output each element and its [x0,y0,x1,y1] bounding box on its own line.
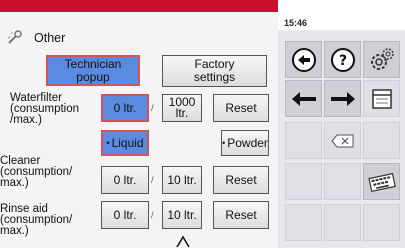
waterfilter-reset-button[interactable]: Reset [213,94,269,122]
settings-button[interactable] [363,41,400,78]
waterfilter-max-field[interactable]: 1000 ltr. [162,94,202,122]
empty-key [324,163,361,200]
rinse-aid-max-field[interactable]: 10 ltr. [162,201,202,229]
window-icon [371,88,392,109]
back-arrow-circle-icon [291,47,316,72]
wrench-icon [6,30,26,46]
empty-key [285,204,322,241]
factory-settings-button[interactable]: Factory settings [162,55,267,87]
settings-panel: Other Technician popup Factory settings … [0,0,278,248]
empty-key [363,204,400,241]
clock: 15:46 [284,18,308,28]
next-button[interactable] [324,80,361,117]
header-bar [0,0,278,12]
back-button[interactable] [285,41,322,78]
separator: / [151,103,154,113]
separator: / [151,175,154,185]
question-circle-icon: ? [330,47,355,72]
gears-icon [370,47,394,70]
liquid-option-button[interactable]: • Liquid [101,130,149,156]
liquid-label: Liquid [111,135,144,150]
radio-dot-icon: • [106,137,110,148]
powder-option-button[interactable]: • Powder [221,130,269,156]
cleaner-label: Cleaner (consumption/ max.) [0,155,73,189]
radio-dot-icon: • [222,137,226,148]
empty-key [285,163,322,200]
empty-key [285,122,322,159]
status-bar: 15:46 [278,0,405,30]
waterfilter-consumption-field[interactable]: 0 ltr. [101,94,149,122]
svg-text:?: ? [338,53,346,69]
rinse-aid-consumption-field[interactable]: 0 ltr. [101,201,149,229]
powder-label: Powder [227,135,268,150]
empty-key [324,204,361,241]
cleaner-reset-button[interactable]: Reset [213,166,269,194]
rinse-aid-label: Rinse aid (consumption/ max.) [0,203,73,237]
help-button[interactable]: ? [324,41,361,78]
window-button[interactable] [363,80,400,117]
section-title: Other [34,31,66,45]
arrow-right-icon [330,91,355,106]
section-header: Other [6,29,65,47]
keyboard-icon [367,172,396,192]
arrow-left-icon [291,91,316,106]
separator: / [151,210,154,220]
keyboard-button[interactable] [363,163,400,200]
cleaner-max-field[interactable]: 10 ltr. [162,166,202,194]
waterfilter-label: Waterfilter (consumption /max.) [10,92,80,126]
backspace-icon [330,134,353,147]
technician-popup-button[interactable]: Technician popup [46,55,140,86]
navigation-panel: 15:46 ? [278,0,405,248]
scroll-caret-icon[interactable] [176,234,190,248]
empty-key [363,122,400,159]
previous-button[interactable] [285,80,322,117]
rinse-aid-reset-button[interactable]: Reset [213,201,269,229]
backspace-button[interactable] [324,122,361,159]
cleaner-consumption-field[interactable]: 0 ltr. [101,166,149,194]
